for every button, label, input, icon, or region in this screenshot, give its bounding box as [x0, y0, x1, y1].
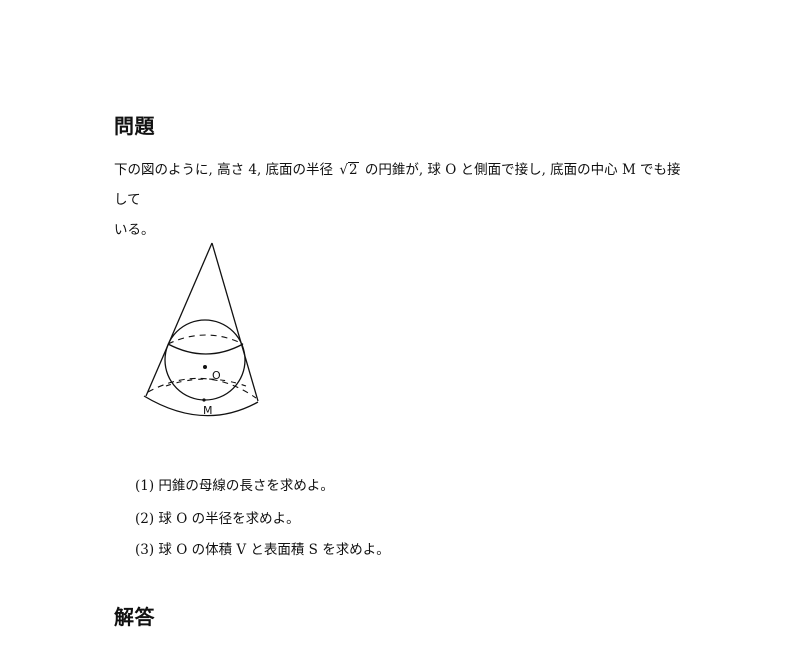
center-point — [203, 365, 207, 369]
base-point — [202, 398, 206, 402]
cone-base-front-arc — [143, 395, 259, 417]
sphere-outline — [164, 319, 246, 401]
tangent-circle-front — [167, 343, 244, 355]
center-label: O — [212, 369, 221, 382]
sphere-equator — [165, 378, 247, 387]
document-page: 問題 下の図のように, 高さ 4, 底面の半径 √2 の円錐が, 球 O と側面… — [0, 0, 800, 647]
tangent-circle-back — [167, 334, 244, 345]
cone-base-back-arc — [147, 377, 257, 399]
sqrt-radicand: 2 — [347, 162, 359, 178]
intro-text-start: 下の図のように, 高さ 4, 底面の半径 — [114, 162, 338, 178]
problem-heading: 問題 — [114, 114, 155, 138]
problem-statement: 下の図のように, 高さ 4, 底面の半径 √2 の円錐が, 球 O と側面で接し… — [114, 155, 694, 245]
base-label: M — [203, 404, 213, 417]
question-1: (1) 円錐の母線の長さを求めよ。 — [135, 478, 334, 494]
question-2: (2) 球 O の半径を求めよ。 — [135, 511, 300, 527]
sqrt-expression: √2 — [339, 155, 359, 185]
question-3: (3) 球 O の体積 V と表面積 S を求めよ。 — [135, 542, 390, 558]
answer-heading: 解答 — [114, 605, 155, 629]
sqrt-symbol: √ — [339, 162, 348, 178]
cone-sphere-figure: O M — [143, 242, 259, 417]
